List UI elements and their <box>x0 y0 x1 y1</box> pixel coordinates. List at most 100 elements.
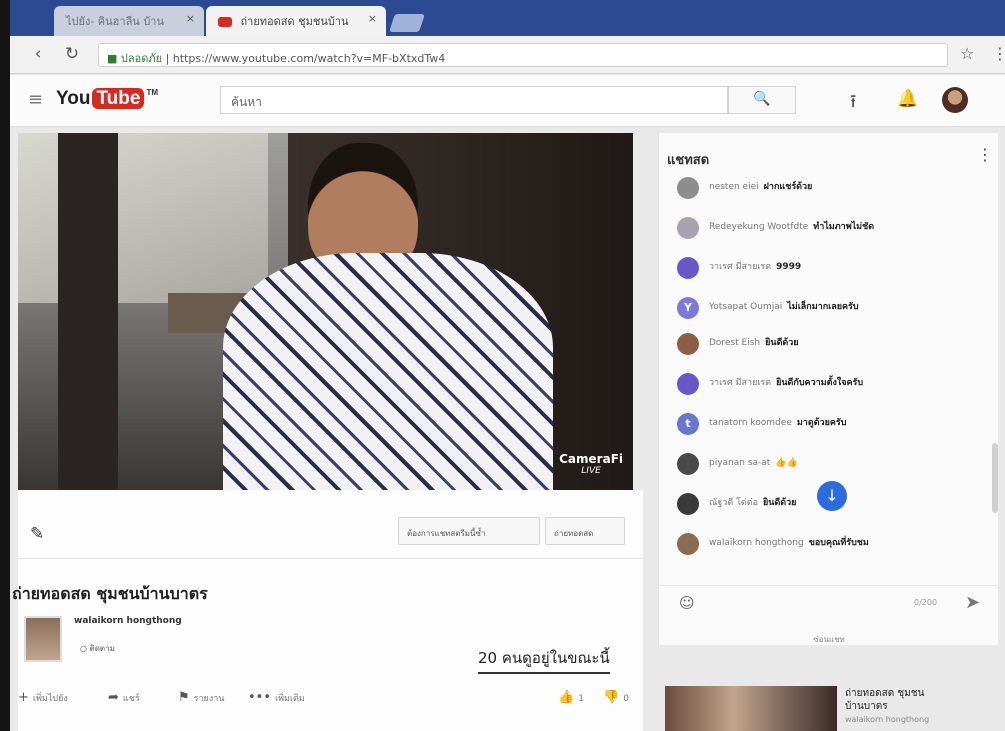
scroll-down-arrow-icon[interactable]: ↓ <box>817 481 847 511</box>
live-button[interactable]: ถ่ายทอดสด <box>545 517 625 545</box>
chat-menu-icon[interactable]: ⋮ <box>977 145 993 164</box>
chat-message-body: ยินดีด้วย <box>763 498 797 508</box>
share-icon: ➦ <box>108 690 119 705</box>
chat-author-avatar[interactable] <box>677 453 699 475</box>
video-building <box>18 133 268 303</box>
chat-message-body: ยินดีด้วย <box>765 338 799 348</box>
browser-window: ไปยัง- คินฮาลีน บ้าน × ถ่ายทอดสด ชุมชนบ้… <box>10 0 1005 731</box>
channel-avatar[interactable] <box>24 616 62 662</box>
chat-message-body: 9999 <box>776 262 802 272</box>
dislike-button[interactable]: 👎 0 <box>603 690 629 705</box>
add-to-icon: + <box>18 690 29 705</box>
thumbs-down-icon: 👎 <box>603 690 620 705</box>
camerafi-brand: CameraFi <box>559 452 623 466</box>
more-button[interactable]: ••• เพิ่มเติม <box>248 690 305 705</box>
chat-message-body: ทำไมภาพไม่ชัด <box>813 222 875 232</box>
address-bar: ‹ ↻ ■ ปลอดภัย | https://www.youtube.com/… <box>10 36 1005 74</box>
youtube-logo[interactable]: You Tube TM <box>56 88 158 110</box>
video-player[interactable]: CameraFi LIVE <box>18 133 633 490</box>
back-icon[interactable]: ‹ <box>28 44 48 64</box>
chat-author-name[interactable]: piyanan sa-at <box>709 458 770 468</box>
new-tab-button[interactable] <box>389 14 425 32</box>
secure-label: ปลอดภัย <box>120 52 163 65</box>
add-to-label: เพิ่มไปยัง <box>32 694 68 704</box>
emoji-icon[interactable]: ☺ <box>679 594 695 612</box>
url-text: https://www.youtube.com/watch?v=MF-bXtxd… <box>172 52 446 65</box>
tab-inactive[interactable]: ไปยัง- คินฮาลีน บ้าน × <box>54 6 204 36</box>
hide-chat-button[interactable]: ซ่อนแชท <box>659 633 999 646</box>
divider <box>18 558 643 559</box>
hamburger-menu-icon[interactable]: ≡ <box>28 89 43 110</box>
like-button[interactable]: 👍 1 <box>558 690 584 705</box>
char-counter: 0/200 <box>914 598 938 607</box>
chat-author-name[interactable]: วาเรศ มีสายเรด <box>709 262 771 272</box>
tab-label: ถ่ายทอดสด ชุมชนบ้าน <box>240 15 349 28</box>
pencil-icon[interactable]: ✎ <box>30 524 44 544</box>
chat-author-name[interactable]: nesten eiei <box>709 182 759 192</box>
related-video[interactable]: ถ่ายทอดสด ชุมชนบ้านบาตร walaikorn hongth… <box>665 683 995 731</box>
related-video-title: ถ่ายทอดสด ชุมชนบ้านบาตร walaikorn hongth… <box>845 687 965 726</box>
chat-author-name[interactable]: ณัฐวดี โด่ต่อ <box>709 498 758 508</box>
chat-message-text: วาเรศ มีสายเรด 9999 <box>709 261 977 274</box>
chat-author-avatar[interactable] <box>677 217 699 239</box>
chat-author-avatar[interactable] <box>677 177 699 199</box>
channel-name[interactable]: walaikorn hongthong <box>74 616 182 626</box>
subscribe-label: ติดตาม <box>89 644 115 653</box>
url-separator: | <box>165 52 173 65</box>
chat-author-avatar[interactable]: Y <box>677 297 699 319</box>
thumbs-up-icon: 👍 <box>558 690 575 705</box>
related-video-thumbnail[interactable] <box>665 686 837 731</box>
video-info: ✎ ต้องการแชทสตรีมนี้ซ้ำ ถ่ายทอดสด ถ่ายทอ… <box>12 490 643 731</box>
chat-author-name[interactable]: walaikorn hongthong <box>709 538 804 548</box>
logo-tube: Tube <box>92 88 145 109</box>
tab-close-icon[interactable]: × <box>186 12 195 25</box>
live-chat-panel: แชทสด ⋮ nesten eiei ฝากแชร์ด้วย Redeyekung… <box>658 133 999 646</box>
chat-author-name[interactable]: tanatorn koomdee <box>709 418 792 428</box>
report-label: รายงาน <box>193 694 225 704</box>
tab-active[interactable]: ถ่ายทอดสด ชุมชนบ้าน × <box>206 6 386 36</box>
add-to-button[interactable]: + เพิ่มไปยัง <box>18 690 68 705</box>
report-button[interactable]: ⚑ รายงาน <box>178 690 224 705</box>
chat-replay-button[interactable]: ต้องการแชทสตรีมนี้ซ้ำ <box>398 517 540 545</box>
search-icon: 🔍 <box>753 91 771 107</box>
video-title: ถ่ายทอดสด ชุมชนบ้านบาตร <box>12 584 208 603</box>
chat-author-avatar[interactable] <box>677 493 699 515</box>
chat-message-text: nesten eiei ฝากแชร์ด้วย <box>709 181 977 194</box>
chat-author-avatar[interactable]: t <box>677 413 699 435</box>
chat-author-name[interactable]: Yotsapat Oumjai <box>709 302 782 312</box>
chat-scrollbar[interactable] <box>992 443 998 513</box>
chat-message-text: tanatorn koomdee มาดูด้วยครับ <box>709 417 977 430</box>
chat-message-text: walaikorn hongthong ขอบคุณที่รับชม <box>709 537 977 550</box>
chat-author-name[interactable]: วาเรศ มีสายเรด <box>709 378 771 388</box>
action-row: + เพิ่มไปยัง ➦ แชร์ ⚑ รายงาน ••• เพิ่มเติม 👍… <box>18 690 643 712</box>
chat-message-text: Dorest Eish ยินดีด้วย <box>709 337 977 350</box>
chat-author-avatar[interactable] <box>677 333 699 355</box>
search-button[interactable]: 🔍 <box>728 86 796 114</box>
chat-message-text: Redeyekung Wootfdte ทำไมภาพไม่ชัด <box>709 221 977 234</box>
chat-title: แชทสด <box>667 153 710 168</box>
chat-author-name[interactable]: Dorest Eish <box>709 338 760 348</box>
share-label: แชร์ <box>122 694 140 704</box>
reload-icon[interactable]: ↻ <box>62 44 82 64</box>
chat-author-name[interactable]: Redeyekung Wootfdte <box>709 222 808 232</box>
related-channel: walaikorn hongthong <box>845 715 930 724</box>
url-field[interactable]: ■ ปลอดภัย | https://www.youtube.com/watc… <box>98 43 948 67</box>
search-input[interactable]: ค้นหา <box>220 86 728 114</box>
logo-you: You <box>56 88 91 109</box>
subscribe-button[interactable]: ○ ติดตาม <box>80 642 115 655</box>
tab-close-icon[interactable]: × <box>368 12 377 25</box>
chat-message-body: ฝากแชร์ด้วย <box>763 182 813 192</box>
tab-strip: ไปยัง- คินฮาลีน บ้าน × ถ่ายทอดสด ชุมชนบ้… <box>10 0 1005 36</box>
chat-message-text: วาเรศ มีสายเรด ยินดีกับความตั้งใจครับ <box>709 377 977 390</box>
share-button[interactable]: ➦ แชร์ <box>108 690 140 705</box>
bookmark-star-icon[interactable]: ☆ <box>960 44 974 63</box>
chat-author-avatar[interactable] <box>677 257 699 279</box>
browser-menu-icon[interactable]: ⋮ <box>992 44 1005 63</box>
send-icon[interactable]: ➤ <box>965 592 980 613</box>
upload-icon[interactable]: ⭱ <box>850 89 856 119</box>
chat-author-avatar[interactable] <box>677 373 699 395</box>
account-avatar[interactable] <box>942 87 968 113</box>
notifications-bell-icon[interactable]: 🔔 <box>897 89 918 109</box>
related-title-text: ถ่ายทอดสด ชุมชนบ้านบาตร <box>845 688 925 712</box>
chat-author-avatar[interactable] <box>677 533 699 555</box>
